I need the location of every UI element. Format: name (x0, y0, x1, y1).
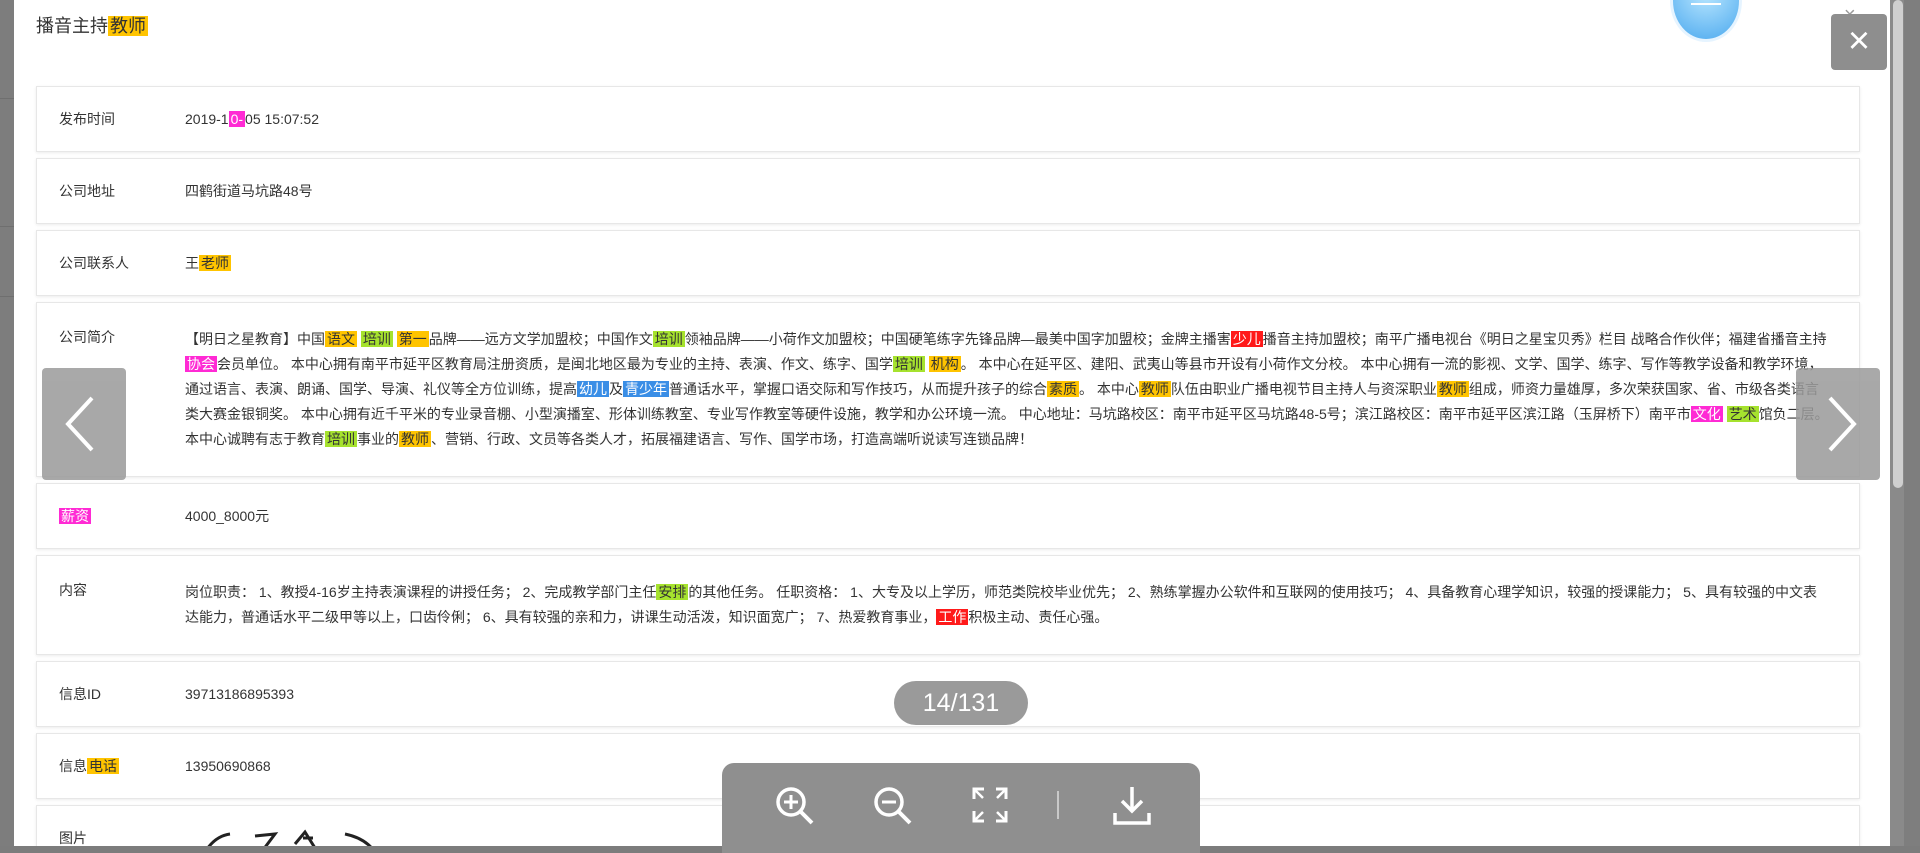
text-segment: 【明日之星教育】中国 (185, 331, 325, 347)
image-label: 图片 (59, 830, 87, 846)
title-prefix: 播音主持 (36, 16, 108, 36)
keyword-highlight: 培训 (892, 356, 925, 372)
keyword-highlight: 培训 (652, 331, 685, 347)
zoom-out-button[interactable] (870, 783, 914, 827)
text-segment: 事业的 (357, 431, 399, 447)
close-button[interactable]: × (1831, 14, 1887, 70)
address-value: 四鹤街道马坑路48号 (185, 182, 313, 199)
publish-time-label: 发布时间 (59, 111, 115, 127)
row-publish-time: 发布时间 2019-1 0- 05 15:07:52 (36, 86, 1860, 152)
text-segment: 岗位职责： 1、教授4-16岁主持表演课程的讲授任务； 2、完成教学部门主任 (185, 584, 657, 600)
keyword-highlight: 协会 (185, 356, 217, 372)
background-right-edge (1904, 0, 1920, 846)
next-image-button[interactable] (1796, 368, 1880, 480)
contact-label: 公司联系人 (59, 255, 129, 271)
text-segment: 播音主持加盟校；南平广播电视台《明日之星宝贝秀》栏目 战略合作伙伴；福建省播音主… (1262, 331, 1827, 347)
keyword-highlight: 少儿 (1230, 331, 1263, 347)
publish-time-part: 2019-1 (185, 110, 229, 127)
keyword-highlight: 培训 (325, 431, 357, 447)
phone-label-part: 信息 (59, 758, 87, 774)
toolbar-divider (1057, 791, 1059, 819)
row-salary: 薪资 4000_8000元 (36, 483, 1860, 549)
phone-label-highlight: 电话 (87, 758, 119, 774)
keyword-highlight: 艺术 (1726, 406, 1759, 422)
keyword-highlight: 教师 (1436, 381, 1469, 397)
keyword-highlight: 语文 (325, 331, 357, 347)
text-segment: 会员单位。 本中心拥有南平市延平区教育局注册资质，是闽北地区最为专业的主持、表演… (217, 356, 893, 372)
row-address: 公司地址 四鹤街道马坑路48号 (36, 158, 1860, 224)
content-label: 内容 (59, 582, 87, 598)
row-contact: 公司联系人 王老师 (36, 230, 1860, 296)
address-label: 公司地址 (59, 183, 115, 199)
chevron-left-icon (65, 396, 94, 452)
info-list: 发布时间 2019-1 0- 05 15:07:52 公司地址 四鹤街道马坑路48号… (36, 86, 1860, 846)
text-segment: 品牌——远方文学加盟校；中国作文 (428, 331, 653, 347)
download-button[interactable] (1110, 783, 1154, 827)
row-content: 内容 岗位职责： 1、教授4-16岁主持表演课程的讲授任务； 2、完成教学部门主… (36, 555, 1860, 655)
keyword-highlight: 素质 (1047, 381, 1079, 397)
keyword-highlight: 教师 (1138, 381, 1171, 397)
keyword-highlight: 培训 (360, 331, 393, 347)
text-segment: 及 (609, 381, 623, 397)
text-segment: 领袖品牌——小荷作文加盟校；中国硬笔练字先锋品牌—最美中国字加盟校；金牌主播害 (684, 331, 1231, 347)
chevron-right-icon (1828, 396, 1857, 452)
text-segment: 、营销、行政、文员等各类人才，拓展福建语言、写作、国学市场，打造高端听说读写连锁… (431, 431, 1033, 447)
publish-time-highlight: 0- (228, 110, 246, 127)
image-counter: 14/131 (894, 681, 1028, 725)
keyword-highlight: 第一 (396, 331, 429, 347)
zoom-in-icon (776, 787, 814, 825)
info-id-label: 信息ID (59, 686, 101, 702)
title-highlight: 教师 (108, 16, 148, 36)
download-icon (1113, 787, 1151, 825)
salary-value: 4000_8000元 (185, 507, 270, 524)
viewer-toolbar (722, 763, 1200, 853)
row-intro: 公司简介 【明日之星教育】中国 语文 培训 第一 品牌——远方文学加盟校；中国作文培… (36, 302, 1860, 477)
salary-label-cell: 薪资 (37, 506, 185, 526)
prev-image-button[interactable] (42, 368, 126, 480)
content-value: 岗位职责： 1、教授4-16岁主持表演课程的讲授任务； 2、完成教学部门主任 安排… (185, 556, 1859, 654)
publish-time-part: 05 15:07:52 (245, 110, 320, 127)
zoom-out-icon (874, 787, 912, 825)
scrollbar-thumb[interactable] (1893, 0, 1903, 488)
keyword-highlight: 机构 (928, 356, 961, 372)
fullscreen-icon (972, 787, 1008, 823)
dialog-title: 播音主持 教师 (36, 12, 148, 38)
contact-part: 王 (185, 254, 199, 271)
intro-label: 公司简介 (59, 329, 115, 345)
text-segment: 。 本中心 (1079, 381, 1139, 397)
keyword-highlight: 文化 (1690, 406, 1723, 422)
keyword-highlight: 工作 (936, 609, 969, 625)
intro-value: 【明日之星教育】中国 语文 培训 第一 品牌——远方文学加盟校；中国作文 培训 领袖品牌… (185, 303, 1859, 476)
fullscreen-button[interactable] (968, 783, 1012, 827)
text-segment: 普通话水平，掌握口语交际和写作技巧，从而提升孩子的综合 (669, 381, 1047, 397)
contact-value: 王老师 (185, 251, 1859, 276)
text-segment: 队伍由职业广播电视节目主持人与资深职业 (1170, 381, 1437, 397)
contact-highlight: 老师 (199, 254, 231, 271)
keyword-highlight: 教师 (399, 431, 431, 447)
phone-label: 信息 电话 (37, 756, 185, 776)
handwriting-image (207, 829, 372, 846)
text-segment: 积极主动、责任心强。 (968, 609, 1109, 625)
salary-label: 薪资 (59, 508, 91, 524)
keyword-highlight: 青少年 (623, 381, 669, 397)
keyword-highlight: 幼儿 (577, 381, 609, 397)
zoom-in-button[interactable] (772, 783, 816, 827)
publish-time-value: 2019-1 0- 05 15:07:52 (185, 107, 1859, 132)
keyword-highlight: 安排 (656, 584, 689, 600)
